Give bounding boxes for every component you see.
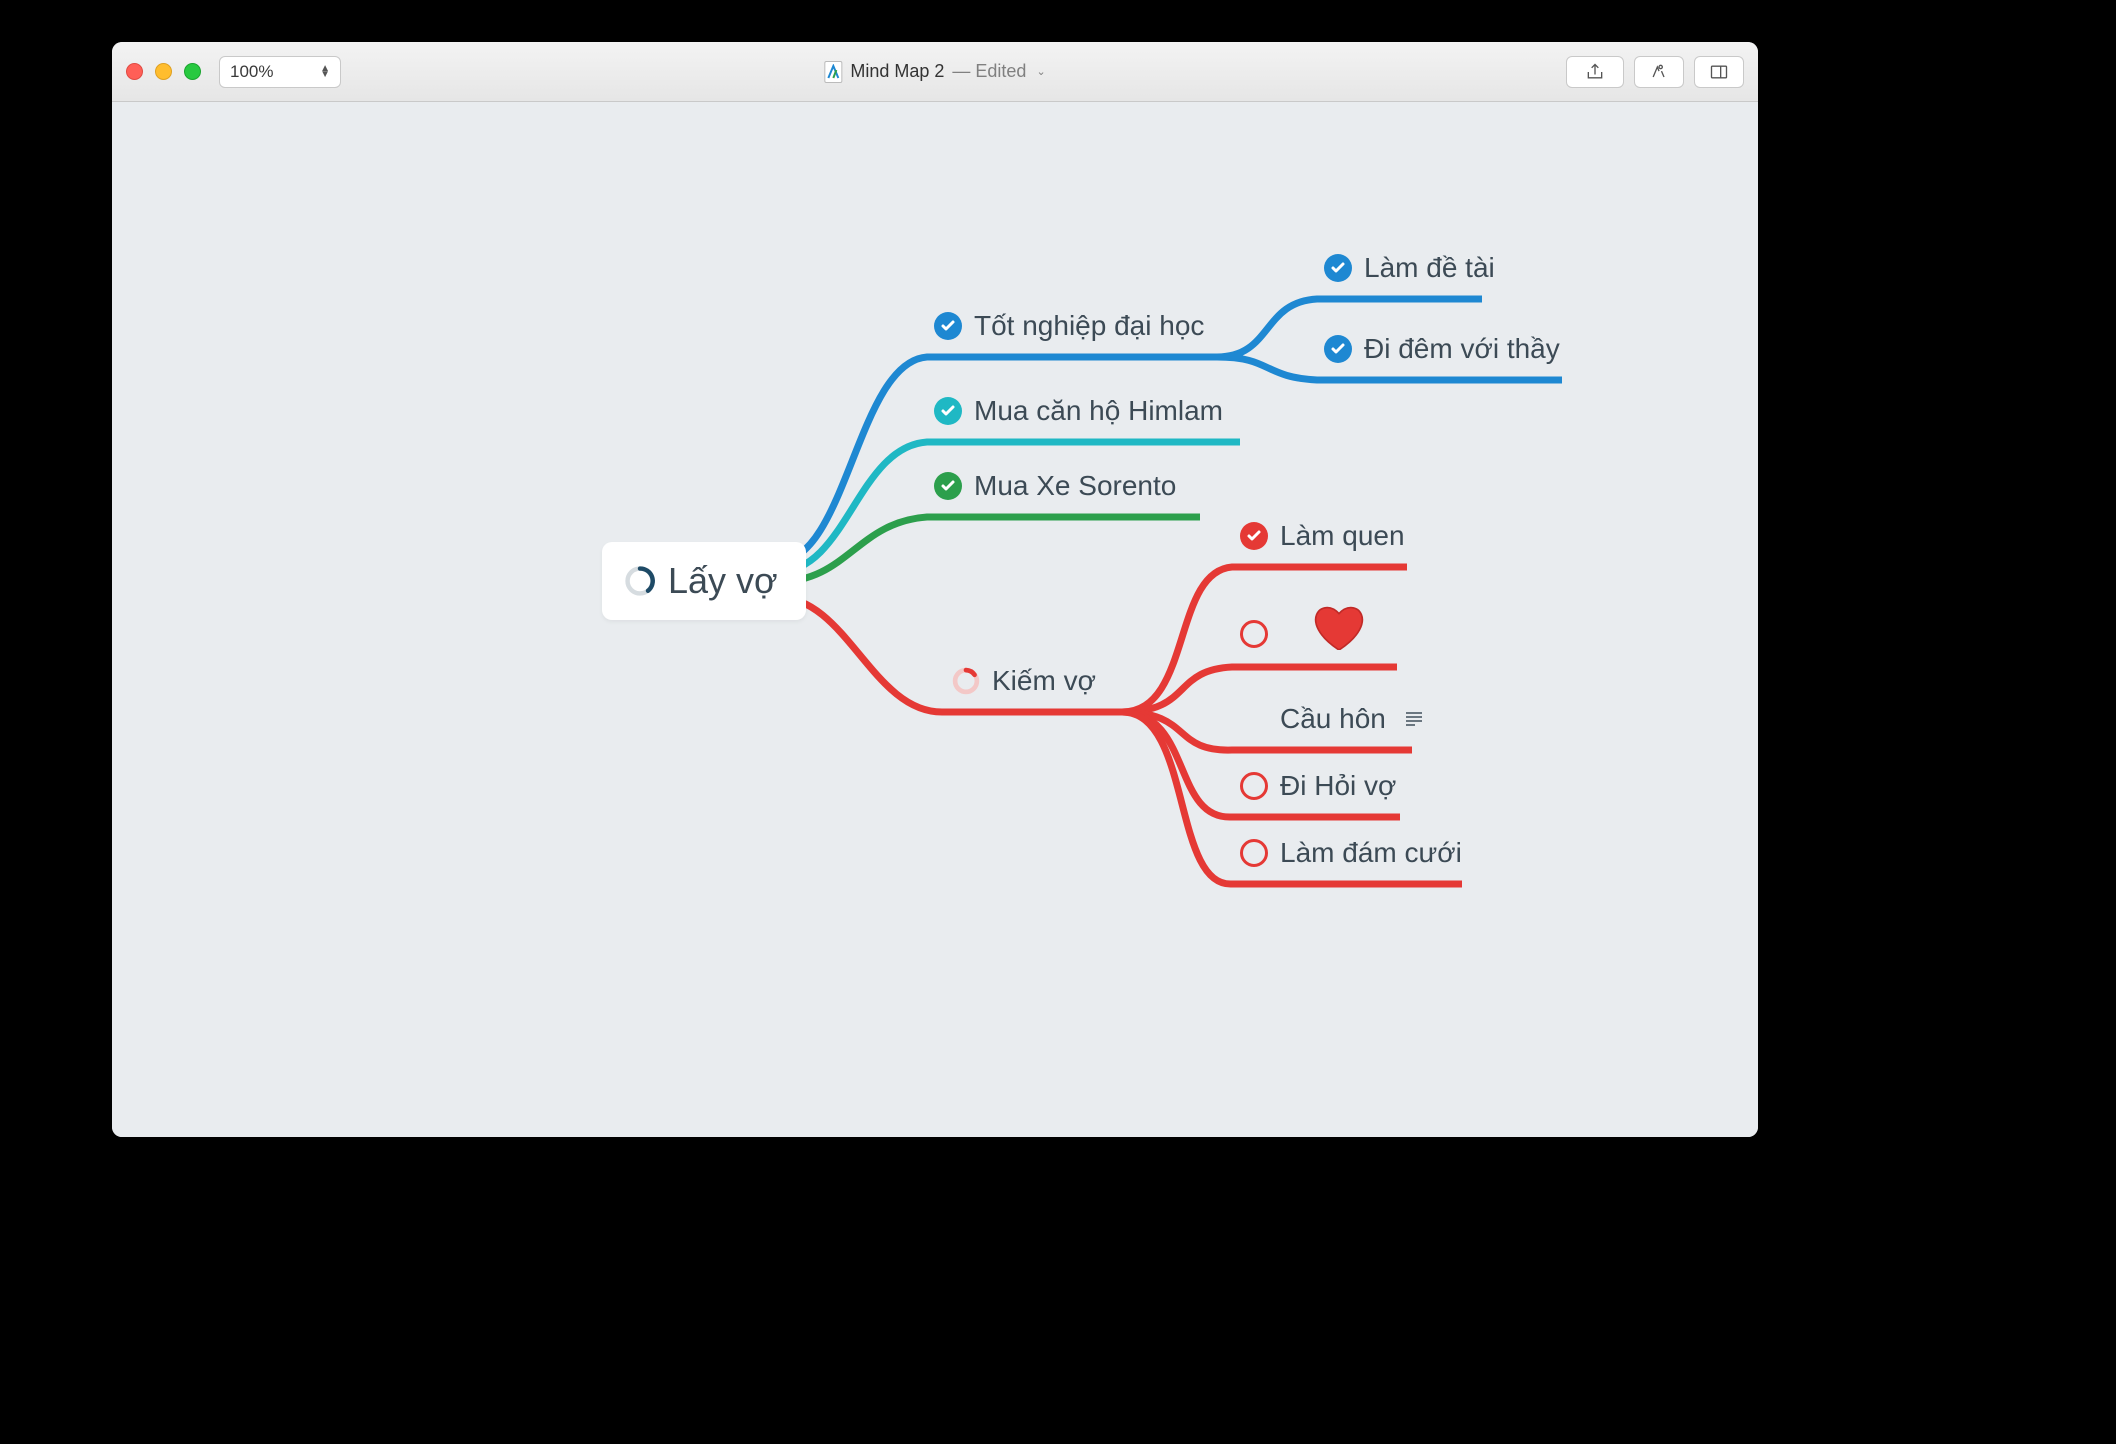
node-night[interactable]: Đi đêm với thầy: [1324, 333, 1560, 365]
edited-label: — Edited: [952, 61, 1026, 82]
node-apt[interactable]: Mua căn hộ Himlam: [934, 395, 1223, 427]
share-button[interactable]: [1566, 56, 1624, 88]
note-icon[interactable]: [1406, 712, 1422, 726]
titlebar: 100% ▲▼ Mind Map 2 — Edited ⌄: [112, 42, 1758, 102]
document-icon: [824, 61, 842, 83]
toolbar-right: [1566, 56, 1744, 88]
window-title[interactable]: Mind Map 2 — Edited ⌄: [824, 61, 1045, 83]
node-meet[interactable]: Làm quen: [1240, 520, 1405, 552]
node-car[interactable]: Mua Xe Sorento: [934, 470, 1176, 502]
node-wife[interactable]: Kiếm vợ: [952, 665, 1096, 697]
checkmark-icon: [1324, 335, 1352, 363]
minimize-button[interactable]: [155, 63, 172, 80]
node-wedding[interactable]: Làm đám cưới: [1240, 837, 1462, 869]
checkmark-icon: [934, 312, 962, 340]
node-label: Làm quen: [1280, 520, 1405, 552]
zoom-value: 100%: [230, 62, 273, 82]
node-love[interactable]: [1240, 620, 1280, 648]
node-label: Cầu hôn: [1280, 703, 1386, 735]
root-node[interactable]: Lấy vợ: [602, 542, 806, 620]
inspector-button[interactable]: [1634, 56, 1684, 88]
node-label: Mua căn hộ Himlam: [974, 395, 1223, 427]
node-label: Tốt nghiệp đại học: [974, 310, 1204, 342]
node-label: Làm đám cưới: [1280, 837, 1462, 869]
node-label: Đi Hỏi vợ: [1280, 770, 1396, 802]
checkmark-icon: [934, 397, 962, 425]
chevron-down-icon: ⌄: [1036, 65, 1045, 78]
node-grad[interactable]: Tốt nghiệp đại học: [934, 310, 1204, 342]
checkmark-icon: [934, 472, 962, 500]
progress-ring-icon: [624, 565, 656, 597]
node-label: Đi đêm với thầy: [1364, 333, 1560, 365]
maximize-button[interactable]: [184, 63, 201, 80]
checkmark-icon: [1240, 522, 1268, 550]
heart-icon: [1312, 602, 1366, 655]
mindmap-canvas[interactable]: Lấy vợ Tốt nghiệp đại học Làm đề tài Đi …: [112, 102, 1758, 1137]
close-button[interactable]: [126, 63, 143, 80]
traffic-lights: [126, 63, 201, 80]
node-label: Kiếm vợ: [992, 665, 1096, 697]
progress-ring-icon: [952, 667, 980, 695]
panels-button[interactable]: [1694, 56, 1744, 88]
node-ask[interactable]: Đi Hỏi vợ: [1240, 770, 1396, 802]
checkmark-icon: [1324, 254, 1352, 282]
app-window: 100% ▲▼ Mind Map 2 — Edited ⌄: [112, 42, 1758, 1137]
node-label: Làm đề tài: [1364, 252, 1495, 284]
node-thesis[interactable]: Làm đề tài: [1324, 252, 1495, 284]
unchecked-icon: [1240, 839, 1268, 867]
root-label: Lấy vợ: [668, 560, 778, 602]
zoom-select[interactable]: 100% ▲▼: [219, 56, 341, 88]
node-propose[interactable]: Cầu hôn: [1240, 703, 1422, 735]
unchecked-icon: [1240, 772, 1268, 800]
connector-lines: [112, 102, 1758, 1137]
node-label: Mua Xe Sorento: [974, 470, 1176, 502]
unchecked-icon: [1240, 620, 1268, 648]
title-text: Mind Map 2: [850, 61, 944, 82]
stepper-arrows-icon: ▲▼: [320, 66, 330, 78]
